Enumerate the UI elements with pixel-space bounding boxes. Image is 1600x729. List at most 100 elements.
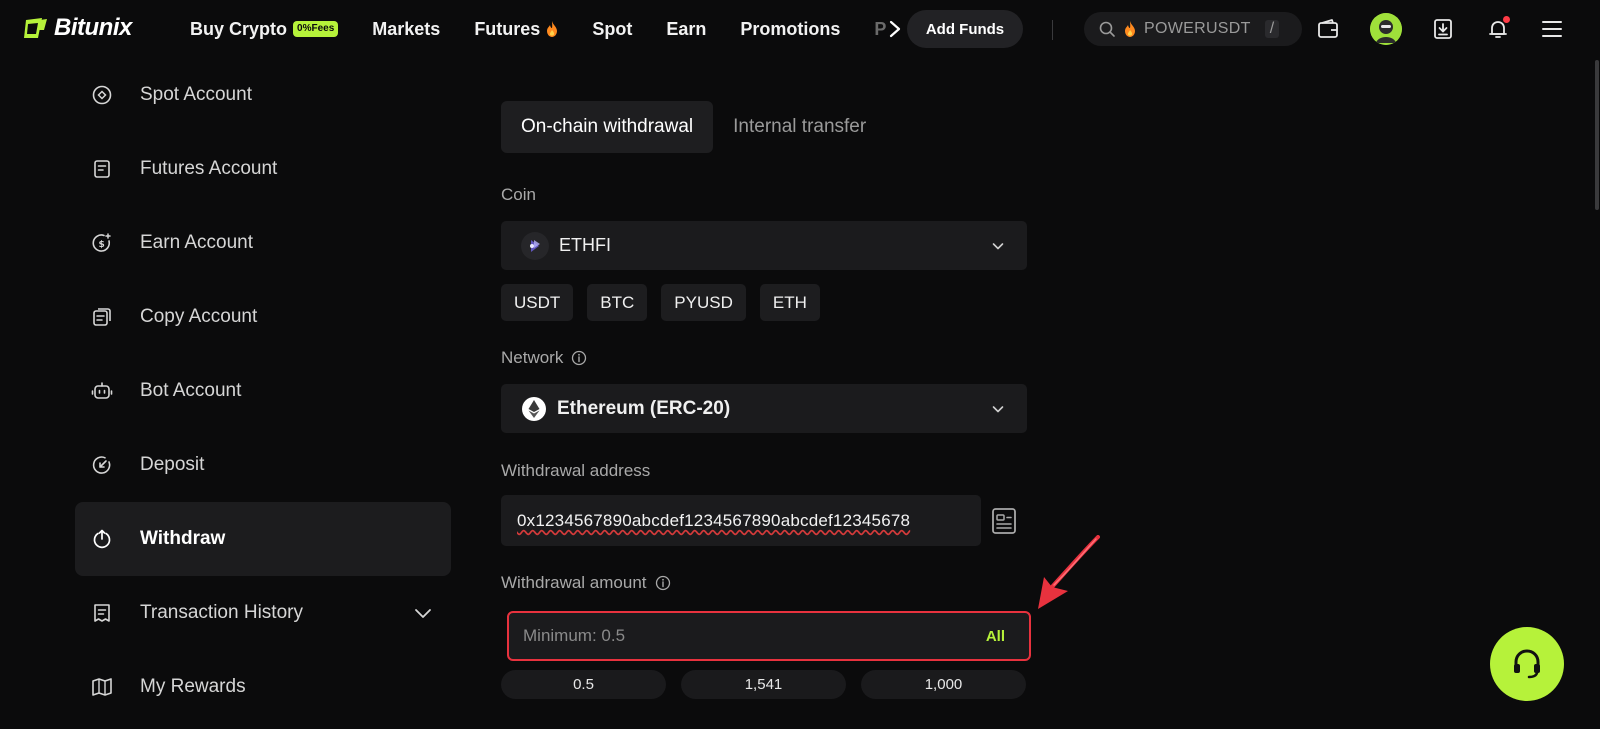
withdrawal-amount-input[interactable] bbox=[523, 626, 943, 646]
chevron-down-icon[interactable] bbox=[412, 602, 434, 624]
sidebar-item-label: Transaction History bbox=[140, 602, 303, 623]
svg-text:$: $ bbox=[99, 240, 105, 250]
download-icon[interactable] bbox=[1431, 17, 1455, 41]
fire-icon bbox=[1125, 21, 1135, 37]
avatar-face-icon bbox=[1370, 13, 1402, 45]
tab-internal-transfer[interactable]: Internal transfer bbox=[713, 101, 886, 153]
coin-label-text: Coin bbox=[501, 185, 536, 204]
nav-buy-crypto-label: Buy Crypto bbox=[190, 18, 288, 39]
withdrawal-address-value[interactable]: 0x1234567890abcdef1234567890abcdef123456… bbox=[517, 511, 910, 531]
info-icon[interactable] bbox=[655, 575, 671, 591]
network-select-value: Ethereum (ERC-20) bbox=[557, 397, 731, 419]
tab-on-chain-withdrawal[interactable]: On-chain withdrawal bbox=[501, 101, 714, 153]
headset-icon bbox=[1514, 649, 1540, 679]
sidebar-item-transaction-history[interactable]: Transaction History bbox=[75, 576, 451, 650]
avatar[interactable] bbox=[1370, 13, 1402, 45]
coin-quick-chips: USDT BTC PYUSD ETH bbox=[501, 284, 820, 321]
network-label-text: Network bbox=[501, 348, 564, 367]
receipt-icon bbox=[94, 604, 110, 622]
customer-support-button[interactable] bbox=[1490, 627, 1564, 701]
coin-chip-eth[interactable]: ETH bbox=[759, 284, 820, 321]
coin-chip-btc[interactable]: BTC bbox=[587, 284, 648, 321]
document-icon bbox=[94, 160, 110, 178]
bot-icon bbox=[91, 382, 113, 399]
zero-fees-badge: 0%Fees bbox=[293, 21, 339, 37]
sidebar-item-label: Futures Account bbox=[140, 158, 278, 179]
address-label-text: Withdrawal address bbox=[501, 461, 651, 480]
sidebar-item-label: Withdraw bbox=[140, 528, 226, 549]
amount-all-button[interactable]: All bbox=[986, 628, 1005, 645]
withdrawal-address-field[interactable]: 0x1234567890abcdef1234567890abcdef123456… bbox=[501, 495, 981, 546]
sidebar-item-label: Earn Account bbox=[140, 232, 254, 253]
menu-icon[interactable] bbox=[1540, 17, 1564, 41]
nav-earn[interactable]: Earn bbox=[666, 19, 706, 40]
wallet-icon[interactable] bbox=[1316, 17, 1340, 41]
address-book-icon[interactable] bbox=[991, 507, 1017, 535]
sidebar-item-label: Copy Account bbox=[140, 306, 258, 327]
red-arrow-annotation-icon bbox=[1038, 535, 1100, 609]
target-icon bbox=[92, 85, 112, 105]
quick-amount-button[interactable]: 1,000 bbox=[861, 670, 1026, 699]
sidebar-item-earn-account[interactable]: $ Earn Account bbox=[75, 206, 451, 280]
nav-futures[interactable]: Futures bbox=[474, 19, 558, 40]
withdraw-icon bbox=[93, 529, 111, 549]
sidebar-item-label: My Rewards bbox=[140, 676, 246, 697]
fire-icon bbox=[547, 21, 558, 37]
nav-futures-label: Futures bbox=[474, 18, 541, 39]
sidebar-item-my-rewards[interactable]: My Rewards bbox=[75, 650, 451, 724]
chevron-down-icon bbox=[992, 242, 1004, 249]
nav-spot-label: Spot bbox=[592, 18, 633, 39]
sidebar-item-bot-account[interactable]: Bot Account bbox=[75, 354, 451, 428]
info-icon[interactable] bbox=[571, 350, 587, 366]
amount-label: Withdrawal amount bbox=[501, 573, 671, 593]
page-scrollbar-thumb[interactable] bbox=[1595, 60, 1599, 210]
chevron-down-icon bbox=[992, 405, 1004, 412]
nav-earn-label: Earn bbox=[666, 18, 707, 39]
nav-promotions-label: Promotions bbox=[740, 18, 841, 39]
bitunix-logo[interactable]: Bitunix bbox=[22, 14, 132, 42]
dollar-coin-icon: $ bbox=[92, 233, 111, 252]
sidebar-item-withdraw[interactable]: Withdraw bbox=[75, 502, 451, 576]
deposit-icon bbox=[92, 456, 111, 474]
nav-markets[interactable]: Markets bbox=[372, 19, 440, 40]
chevron-right-icon[interactable] bbox=[888, 19, 902, 39]
coin-select[interactable]: ETHFI bbox=[501, 221, 1027, 270]
ethereum-icon bbox=[522, 396, 546, 421]
sidebar-item-futures-account[interactable]: Futures Account bbox=[75, 132, 451, 206]
search-box[interactable]: POWERUSDT / bbox=[1084, 12, 1302, 46]
nav-buy-crypto[interactable]: Buy Crypto 0%Fees bbox=[190, 18, 339, 40]
nav-overflow-text: P bbox=[874, 18, 887, 39]
nav-promotions[interactable]: Promotions bbox=[740, 19, 840, 40]
network-select[interactable]: Ethereum (ERC-20) bbox=[501, 384, 1027, 433]
quick-amount-row: 0.5 1,541 1,000 bbox=[501, 670, 1026, 699]
nav-divider bbox=[1052, 20, 1053, 40]
withdrawal-amount-field[interactable]: All bbox=[507, 611, 1031, 661]
withdraw-tabs: On-chain withdrawal Internal transfer bbox=[501, 101, 886, 153]
coin-chip-usdt[interactable]: USDT bbox=[501, 284, 574, 321]
ethfi-coin-icon bbox=[521, 231, 549, 260]
rewards-icon bbox=[92, 678, 112, 696]
quick-amount-button[interactable]: 1,541 bbox=[681, 670, 846, 699]
sidebar-item-label: Spot Account bbox=[140, 84, 252, 105]
network-label: Network bbox=[501, 348, 587, 368]
nav-spot[interactable]: Spot bbox=[592, 19, 632, 40]
sidebar-item-copy-account[interactable]: Copy Account bbox=[75, 280, 451, 354]
add-funds-button[interactable]: Add Funds bbox=[907, 10, 1023, 48]
quick-amount-button[interactable]: 0.5 bbox=[501, 670, 666, 699]
top-navigation-bar: Bitunix Buy Crypto 0%Fees Markets Future… bbox=[0, 0, 1600, 58]
sidebar-item-deposit[interactable]: Deposit bbox=[75, 428, 451, 502]
coin-label: Coin bbox=[501, 185, 536, 205]
search-trending-text: POWERUSDT bbox=[1144, 20, 1251, 37]
sidebar-item-spot-account[interactable]: Spot Account bbox=[75, 58, 451, 132]
sidebar-item-label: Deposit bbox=[140, 454, 205, 475]
search-icon bbox=[1099, 21, 1115, 37]
notification-dot bbox=[1503, 16, 1510, 23]
address-label: Withdrawal address bbox=[501, 461, 650, 481]
coin-chip-pyusd[interactable]: PYUSD bbox=[661, 284, 746, 321]
sidebar-item-label: Bot Account bbox=[140, 380, 242, 401]
search-shortcut-key: / bbox=[1264, 20, 1280, 38]
nav-overflow[interactable]: P bbox=[874, 19, 902, 40]
nav-markets-label: Markets bbox=[372, 18, 441, 39]
main-nav: Buy Crypto 0%Fees Markets Futures Spot E… bbox=[190, 0, 902, 58]
amount-label-text: Withdrawal amount bbox=[501, 573, 647, 592]
